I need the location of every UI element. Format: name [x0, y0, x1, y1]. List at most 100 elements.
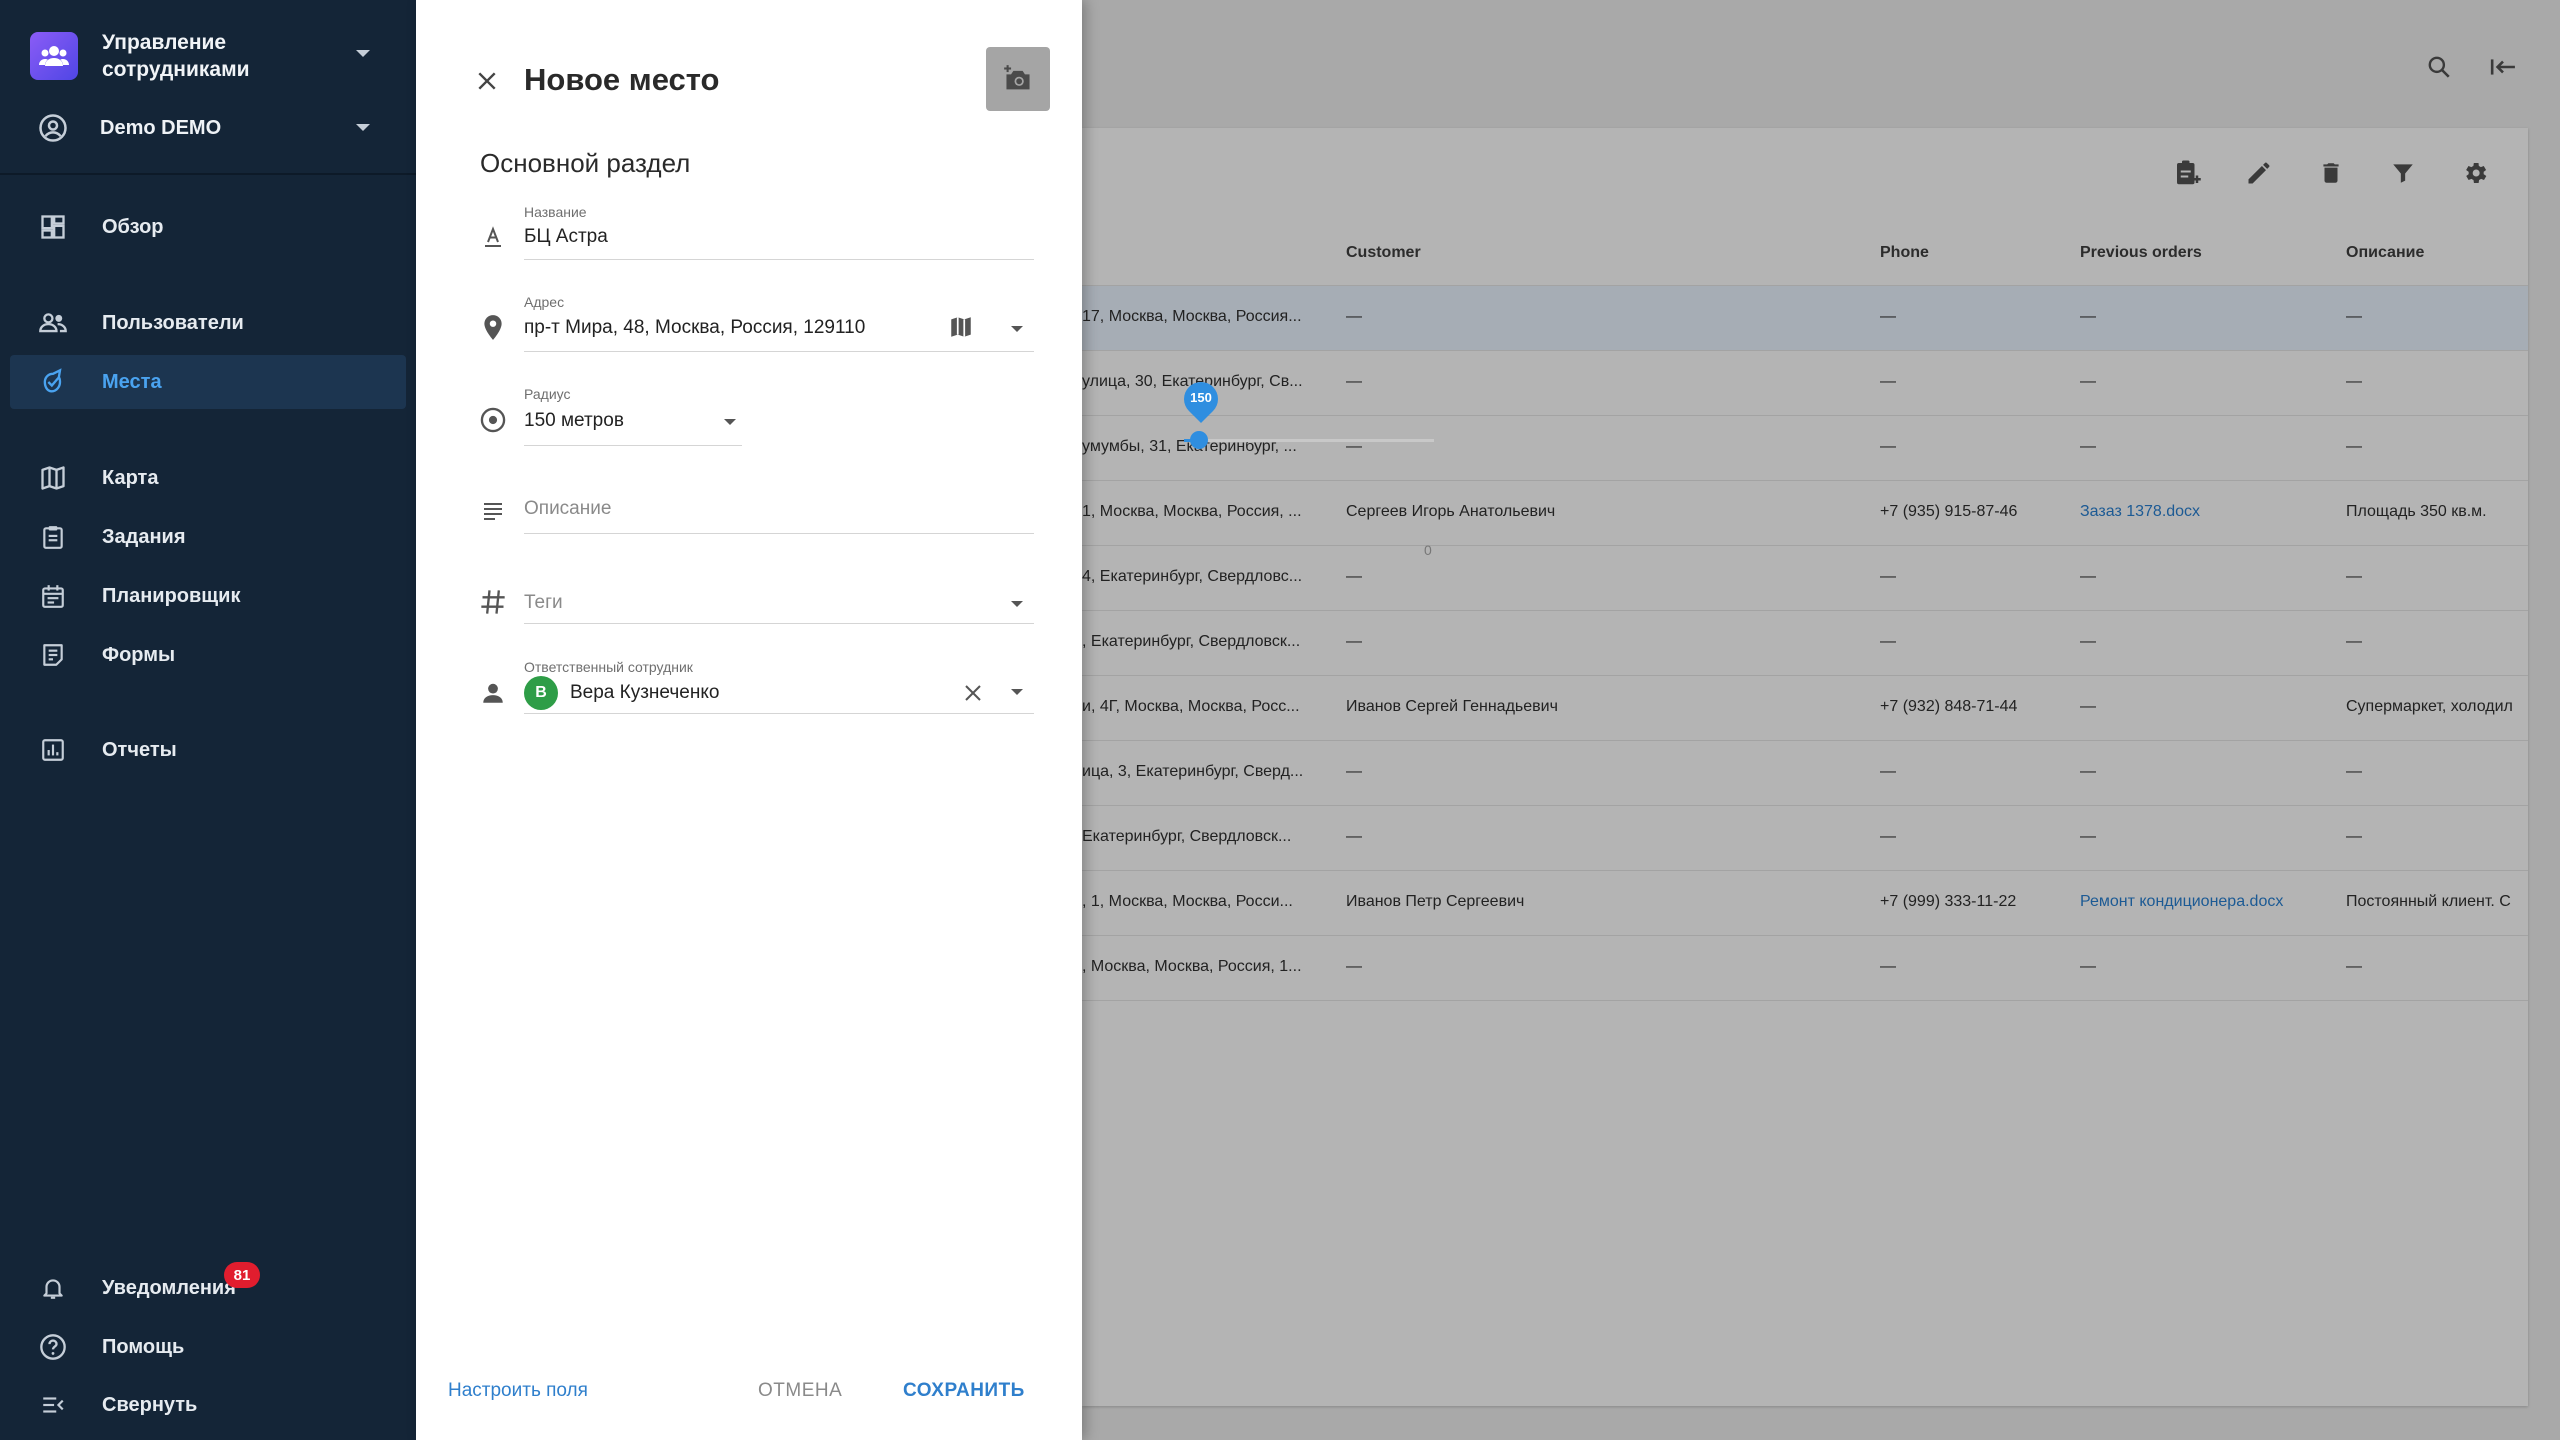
sidebar-item-forms[interactable]: Формы	[10, 628, 406, 682]
cell-address: , Екатеринбург, Свердловск...	[1082, 633, 1301, 650]
cell-previous-orders-link[interactable]: Ремонт кондиционера.docx	[2080, 893, 2320, 911]
search-icon[interactable]	[2424, 52, 2454, 82]
sidebar-item-notifications[interactable]: Уведомления	[10, 1261, 406, 1315]
responsible-value: Вера Кузнеченко	[570, 682, 720, 703]
sidebar-item-reports[interactable]: Отчеты	[10, 723, 406, 777]
description-char-counter: 0	[1424, 542, 1432, 558]
settings-gear-icon[interactable]	[2460, 158, 2490, 188]
save-button[interactable]: СОХРАНИТЬ	[903, 1380, 1025, 1402]
radius-slider-thumb[interactable]	[1190, 431, 1208, 449]
radius-value: 150 метров	[524, 410, 624, 431]
collapse-panel-icon[interactable]	[2488, 52, 2518, 82]
cell-address: ица, 3, Екатеринбург, Сверд...	[1082, 763, 1304, 780]
table-row[interactable]: 1, Москва, Москва, Россия, ... Сергеев И…	[1082, 481, 2528, 546]
sidebar-item-overview[interactable]: Обзор	[10, 200, 406, 254]
column-header-previous-orders[interactable]: Previous orders	[2080, 244, 2202, 262]
org-name: Управление сотрудниками	[102, 31, 250, 81]
cell-phone: +7 (999) 333-11-22	[1880, 893, 2017, 910]
edit-icon[interactable]	[2244, 158, 2274, 188]
column-header-customer[interactable]: Customer	[1346, 244, 1421, 262]
cell-previous-orders: —	[2080, 958, 2096, 975]
add-photo-icon	[1003, 64, 1033, 94]
cell-address: , Москва, Москва, Россия, 1...	[1082, 958, 1302, 975]
sidebar-item-label: Помощь	[102, 1335, 185, 1358]
customize-fields-link[interactable]: Настроить поля	[448, 1380, 588, 1402]
tasks-icon	[38, 522, 68, 552]
name-label: Название	[524, 204, 587, 220]
table-row[interactable]: , Екатеринбург, Свердловск... — — — —	[1082, 611, 2528, 676]
bell-icon	[38, 1273, 68, 1303]
sidebar-item-label: Карта	[102, 466, 159, 489]
chevron-down-icon[interactable]	[356, 124, 370, 131]
table-row[interactable]: , 1, Москва, Москва, Росси... Иванов Пет…	[1082, 871, 2528, 936]
sidebar-item-label: Отчеты	[102, 738, 177, 761]
responsible-employee-select[interactable]: Ответственный сотрудник Вера Кузнеченко	[524, 654, 1034, 714]
column-header-description[interactable]: Описание	[2346, 244, 2424, 262]
places-icon	[38, 367, 68, 397]
cell-address: и, 4Г, Москва, Москва, Росс...	[1082, 698, 1300, 715]
table-row[interactable]: 17, Москва, Москва, Россия... — — — —	[1082, 286, 2528, 351]
chevron-down-icon[interactable]	[1011, 601, 1023, 607]
table-row[interactable]: и, 4Г, Москва, Москва, Росс... Иванов Се…	[1082, 676, 2528, 741]
name-field[interactable]: Название БЦ Астра	[524, 200, 1034, 260]
delete-icon[interactable]	[2316, 158, 2346, 188]
sidebar-item-label: Свернуть	[102, 1393, 198, 1416]
cancel-button[interactable]: ОТМЕНА	[758, 1380, 842, 1402]
cell-address: , 1, Москва, Москва, Росси...	[1082, 893, 1293, 910]
table-header: Customer Phone Previous orders Описание	[1082, 222, 2528, 286]
user-switcher[interactable]: Demo DEMO	[38, 110, 390, 146]
sidebar-item-label: Задания	[102, 525, 186, 548]
table-row[interactable]: улица, 30, Екатеринбург, Св... — — — —	[1082, 351, 2528, 416]
chevron-down-icon[interactable]	[356, 50, 370, 57]
radius-select[interactable]: Радиус 150 метров	[524, 382, 742, 446]
cell-previous-orders: —	[2080, 633, 2096, 650]
cell-description: Площадь 350 кв.м.	[2346, 503, 2487, 520]
chevron-down-icon[interactable]	[1011, 326, 1023, 332]
table-row[interactable]: , Москва, Москва, Россия, 1... — — — —	[1082, 936, 2528, 1001]
sidebar-item-help[interactable]: Помощь	[10, 1320, 406, 1374]
radius-slider-value: 150	[1190, 390, 1212, 405]
close-icon[interactable]	[472, 66, 502, 96]
cell-previous-orders-link[interactable]: Зазаз 1378.docx	[2080, 503, 2320, 521]
table-row[interactable]: 4, Екатеринбург, Свердловс... — — — —	[1082, 546, 2528, 611]
add-task-icon[interactable]	[2172, 158, 2202, 188]
name-value[interactable]: БЦ Астра	[524, 226, 608, 248]
cell-previous-orders: —	[2080, 698, 2096, 715]
sidebar-item-places[interactable]: Места	[10, 355, 406, 409]
cell-description: —	[2346, 763, 2362, 780]
tags-select[interactable]: Теги	[524, 572, 1034, 624]
filter-icon[interactable]	[2388, 158, 2418, 188]
chevron-down-icon[interactable]	[1011, 689, 1023, 695]
table-row[interactable]: Екатеринбург, Свердловск... — — — —	[1082, 806, 2528, 871]
cell-phone: —	[1880, 828, 1896, 845]
radius-slider[interactable]	[1184, 431, 1434, 449]
cell-customer: —	[1346, 958, 1362, 975]
cell-customer: —	[1346, 568, 1362, 585]
column-header-phone[interactable]: Phone	[1880, 244, 1929, 262]
sidebar-item-map[interactable]: Карта	[10, 451, 406, 505]
sidebar-item-scheduler[interactable]: Планировщик	[10, 569, 406, 623]
table-row[interactable]: ица, 3, Екатеринбург, Сверд... — — — —	[1082, 741, 2528, 806]
description-placeholder: Описание	[524, 498, 612, 519]
sidebar-item-tasks[interactable]: Задания	[10, 510, 406, 564]
cell-address: Екатеринбург, Свердловск...	[1082, 828, 1292, 845]
chevron-down-icon[interactable]	[724, 419, 736, 425]
address-value[interactable]: пр-т Мира, 48, Москва, Россия, 129110	[524, 317, 865, 339]
map-picker-icon[interactable]	[946, 312, 976, 342]
address-label: Адрес	[524, 294, 565, 310]
clear-icon[interactable]	[958, 678, 988, 708]
sidebar-item-collapse[interactable]: Свернуть	[10, 1378, 406, 1432]
table-row[interactable]: умумбы, 31, Екатеринбург, ... — — — —	[1082, 416, 2528, 481]
add-photo-button[interactable]	[986, 47, 1050, 111]
sidebar-item-users[interactable]: Пользователи	[10, 296, 406, 350]
help-icon	[38, 1332, 68, 1362]
forms-icon	[38, 640, 68, 670]
sidebar-item-label: Пользователи	[102, 311, 244, 334]
address-field[interactable]: Адрес пр-т Мира, 48, Москва, Россия, 129…	[524, 290, 1034, 352]
radius-icon	[478, 405, 508, 435]
map-icon	[38, 463, 68, 493]
sidebar-item-label: Формы	[102, 643, 176, 666]
org-switcher[interactable]: Управление сотрудниками	[30, 28, 390, 84]
cell-phone: —	[1880, 308, 1896, 325]
description-field[interactable]: Описание	[524, 478, 1034, 534]
